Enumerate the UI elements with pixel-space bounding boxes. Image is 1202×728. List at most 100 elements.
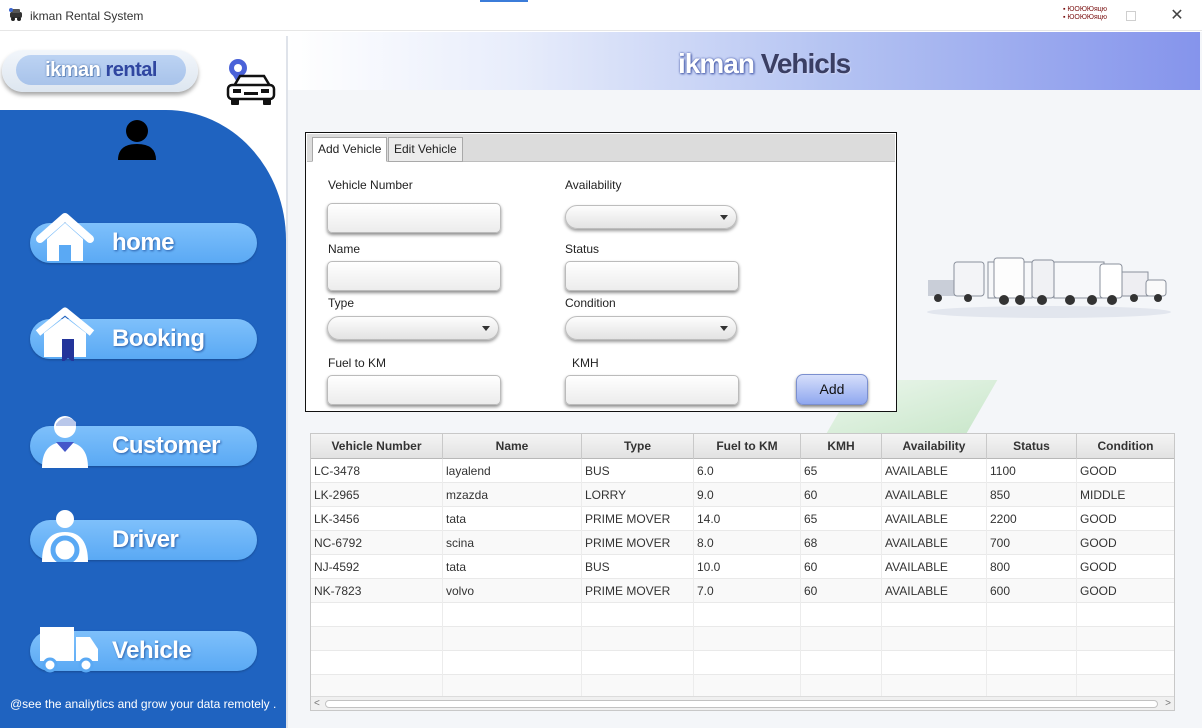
cell-fuel-to-km: 8.0: [694, 531, 801, 555]
table-row[interactable]: LK-2965 mzazda LORRY 9.0 60 AVAILABLE 850 MIDDL…: [311, 483, 1174, 507]
cell-status: 800: [987, 555, 1077, 579]
tab-add-vehicle[interactable]: Add Vehicle: [312, 137, 388, 162]
column-header-status[interactable]: Status: [987, 434, 1077, 459]
content-divider: [286, 36, 288, 728]
cell-condition: GOOD: [1080, 560, 1117, 574]
page-title: ikman Vehicls: [678, 48, 852, 80]
cell-name: [443, 651, 582, 675]
cell-availability: AVAILABLE: [882, 579, 987, 603]
cell-type: BUS: [582, 459, 694, 483]
cell-type: LORRY: [582, 483, 694, 507]
table-row[interactable]: NJ-4592 tata BUS 10.0 60 AVAILABLE 800 GOOD: [311, 555, 1174, 579]
car-app-icon: [9, 8, 22, 21]
footer-note: @see the analiytics and grow your data r…: [10, 697, 277, 711]
chevron-down-icon: [720, 215, 728, 220]
tab-edit-vehicle[interactable]: Edit Vehicle: [388, 137, 463, 162]
cell-kmh: 65: [801, 459, 882, 483]
scroll-right-arrow[interactable]: >: [1165, 697, 1171, 710]
sidebar-item-home[interactable]: home: [30, 213, 257, 263]
column-header-condition[interactable]: Condition: [1077, 434, 1174, 459]
trucks-illustration: [927, 257, 1171, 318]
sidebar-item-customer[interactable]: Customer: [30, 416, 257, 468]
condition-label: Condition: [565, 296, 616, 310]
cell-fuel-to-km: [694, 627, 801, 651]
table-row[interactable]: NC-6792 scina PRIME MOVER 8.0 68 AVAILABLE 700…: [311, 531, 1174, 555]
sidebar-item-vehicle[interactable]: Vehicle: [30, 627, 257, 673]
sidebar-item-booking[interactable]: Booking: [30, 307, 257, 361]
booking-icon: [35, 307, 95, 361]
brand-logo: ikman rental: [2, 50, 198, 92]
column-header-availability[interactable]: Availability: [882, 434, 987, 459]
page-title-vehicles: Vehicls: [760, 48, 852, 79]
cell-availability: AVAILABLE: [882, 507, 987, 531]
brand-logo-text: ikman rental: [16, 55, 186, 85]
sidebar-item-label: Vehicle: [112, 637, 192, 664]
condition-select[interactable]: [565, 316, 737, 340]
cell-type: PRIME MOVER: [582, 579, 694, 603]
cell-status: 2200: [987, 507, 1077, 531]
cell-vehicle-number: [311, 651, 443, 675]
column-header-kmh[interactable]: KMH: [801, 434, 882, 459]
cell-vehicle-number: NK-7823: [311, 579, 443, 603]
cell-name: layalend: [443, 459, 582, 483]
minimize-button[interactable]: ▪ ЮОЮЮяцю ▪ ЮОЮЮяцю: [1060, 6, 1110, 26]
column-header-name[interactable]: Name: [443, 434, 582, 459]
cell-condition: [1077, 603, 1174, 627]
vehicle-number-field[interactable]: [327, 203, 501, 233]
cell-status: [987, 627, 1077, 651]
status-field[interactable]: [565, 261, 739, 291]
table-row[interactable]: LK-3456 tata PRIME MOVER 14.0 65 AVAILABLE 220…: [311, 507, 1174, 531]
user-avatar-icon: [118, 120, 156, 160]
cell-status: 700: [987, 531, 1077, 555]
name-field[interactable]: [327, 261, 501, 291]
horizontal-scrollbar[interactable]: < >: [311, 696, 1174, 710]
cell-kmh: [801, 603, 882, 627]
chevron-down-icon: [482, 326, 490, 331]
add-vehicle-button[interactable]: Add: [796, 374, 868, 405]
cell-status: [987, 651, 1077, 675]
name-label: Name: [328, 242, 361, 256]
cell-availability: AVAILABLE: [882, 459, 987, 483]
cell-name: tata: [443, 507, 582, 531]
column-header-fuel-to-km[interactable]: Fuel to KM: [694, 434, 801, 459]
cell-vehicle-number: LK-2965: [311, 483, 443, 507]
column-header-vehicle-number[interactable]: Vehicle Number: [311, 434, 443, 459]
availability-select[interactable]: [565, 205, 737, 229]
cell-vehicle-number: NC-6792: [311, 531, 443, 555]
close-button[interactable]: ✕: [1168, 6, 1186, 26]
tab-strip: Add Vehicle Edit Vehicle: [307, 134, 895, 162]
cell-type: BUS: [582, 555, 694, 579]
cell-kmh: 60: [801, 555, 882, 579]
customer-icon: [42, 416, 88, 468]
window-title: ikman Rental System: [30, 9, 144, 23]
type-label: Type: [328, 296, 355, 310]
table-row[interactable]: NK-7823 volvo PRIME MOVER 7.0 60 AVAILABLE 600…: [311, 579, 1174, 603]
cell-fuel-to-km: [694, 651, 801, 675]
vehicle-number-label: Vehicle Number: [328, 178, 413, 192]
cell-fuel-to-km: 10.0: [694, 555, 801, 579]
scroll-left-arrow[interactable]: <: [314, 697, 320, 710]
cell-name: volvo: [443, 579, 582, 603]
kmh-field[interactable]: [565, 375, 739, 405]
type-select[interactable]: [327, 316, 499, 340]
cell-availability: [882, 603, 987, 627]
cell-condition: [1077, 651, 1174, 675]
cell-kmh: 68: [801, 531, 882, 555]
cell-status: 1100: [987, 459, 1077, 483]
cell-status: 600: [987, 579, 1077, 603]
column-header-type[interactable]: Type: [582, 434, 694, 459]
table-row[interactable]: LC-3478 layalend BUS 6.0 65 AVAILABLE 1100 GOOD: [311, 459, 1174, 483]
table-row-empty: [311, 603, 1174, 627]
cell-type: PRIME MOVER: [582, 531, 694, 555]
cell-name: scina: [443, 531, 582, 555]
cell-availability: AVAILABLE: [882, 531, 987, 555]
cell-type: [582, 603, 694, 627]
scrollbar-thumb[interactable]: [325, 700, 1158, 708]
car-location-icon: [226, 59, 276, 105]
fuel-to-km-field[interactable]: [327, 375, 501, 405]
maximize-button[interactable]: [1124, 6, 1138, 26]
cell-fuel-to-km: [694, 603, 801, 627]
cell-fuel-to-km: 14.0: [694, 507, 801, 531]
sidebar-item-driver[interactable]: Driver: [30, 510, 257, 562]
cell-vehicle-number: LC-3478: [311, 459, 443, 483]
